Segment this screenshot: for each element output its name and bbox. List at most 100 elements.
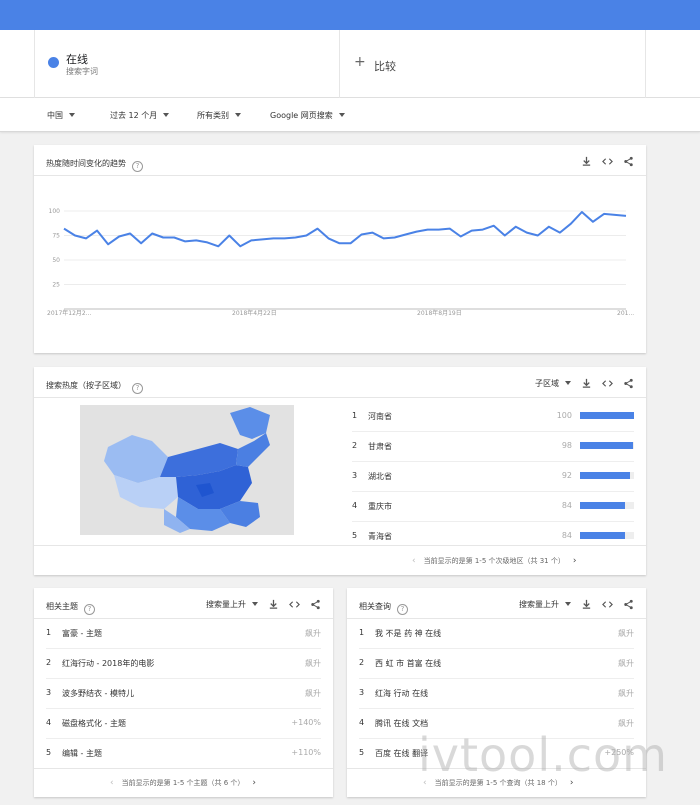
series-line[interactable] — [63, 211, 627, 248]
region-row[interactable]: 3 湖北省 92 — [352, 471, 634, 483]
row-divider — [352, 431, 634, 432]
list-row[interactable]: 5 编辑 - 主题 +110% — [46, 748, 321, 760]
trend-chart: 100 75 50 25 2017年12月2... 2018年4月22日 2018年8月19… — [47, 208, 634, 317]
card-title-text: 搜索热度（按子区域） — [46, 381, 126, 390]
chevron-down-icon — [69, 113, 75, 117]
next-page-icon[interactable]: › — [252, 778, 256, 788]
card-actions: 子区域 — [535, 378, 634, 389]
item-name: 我 不是 药 神 在线 — [375, 629, 442, 638]
share-icon[interactable] — [623, 599, 634, 610]
filter-property[interactable]: Google 网页搜索 — [270, 110, 345, 121]
row-divider — [352, 521, 634, 522]
queries-sort-dropdown[interactable]: 搜索量上升 — [519, 599, 571, 610]
chevron-down-icon — [163, 113, 170, 117]
item-name: 波多野结衣 - 模特儿 — [62, 689, 134, 698]
sort-label: 搜索量上升 — [206, 600, 246, 609]
x-tick-label: 2018年4月22日 — [232, 309, 277, 317]
rank-number: 1 — [352, 411, 358, 420]
term-bar: 在线 搜索字词 + 比较 — [0, 30, 700, 98]
list-row[interactable]: 4 磁盘格式化 - 主题 +140% — [46, 718, 321, 730]
region-value: 92 — [561, 471, 572, 480]
rank-number: 3 — [359, 688, 365, 697]
sort-label: 搜索量上升 — [519, 600, 559, 609]
row-divider — [359, 708, 634, 709]
related-topics-card: 相关主题? 搜索量上升 1 富豪 - 主题 飙升 2 红海行动 - 2018年的电影 飙升… — [34, 588, 333, 797]
value-bar — [580, 502, 634, 509]
filter-bar: 中国 过去 12 个月 所有类别 Google 网页搜索 — [0, 98, 700, 132]
item-value: 飙升 — [618, 689, 634, 698]
region-name: 甘肃省 — [368, 442, 392, 451]
prev-page-icon[interactable]: ‹ — [412, 556, 416, 566]
region-name: 青海省 — [368, 532, 392, 541]
rank-number: 5 — [46, 748, 52, 757]
region-row[interactable]: 5 青海省 84 — [352, 531, 634, 543]
region-row[interactable]: 1 河南省 100 — [352, 411, 634, 423]
card-title: 相关主题? — [46, 601, 95, 615]
y-tick-label: 25 — [52, 282, 60, 289]
embed-icon[interactable] — [289, 599, 300, 610]
divider — [34, 618, 333, 619]
card-title-text: 相关主题 — [46, 602, 78, 611]
filter-category[interactable]: 所有类别 — [197, 110, 241, 121]
compare-label: 比较 — [374, 60, 396, 73]
help-icon[interactable]: ? — [132, 383, 143, 394]
rank-number: 5 — [359, 748, 365, 757]
row-divider — [352, 491, 634, 492]
resolution-label: 子区域 — [535, 379, 559, 388]
item-name: 编辑 - 主题 — [62, 749, 102, 758]
list-row[interactable]: 2 西 虹 市 首富 在线 飙升 — [359, 658, 634, 670]
card-actions: 搜索量上升 — [519, 599, 634, 610]
region-name: 湖北省 — [368, 472, 392, 481]
help-icon[interactable]: ? — [84, 604, 95, 615]
term-type: 搜索字词 — [66, 67, 98, 76]
resolution-dropdown[interactable]: 子区域 — [535, 378, 571, 389]
help-icon[interactable]: ? — [397, 604, 408, 615]
item-value: 飙升 — [305, 629, 321, 638]
download-icon[interactable] — [268, 599, 279, 610]
row-divider — [359, 678, 634, 679]
filter-region[interactable]: 中国 — [47, 110, 75, 121]
china-map[interactable] — [80, 405, 294, 535]
item-value: 飙升 — [618, 659, 634, 668]
divider — [347, 618, 646, 619]
value-bar — [580, 532, 634, 539]
rank-number: 2 — [46, 658, 52, 667]
filter-time[interactable]: 过去 12 个月 — [110, 110, 170, 121]
topics-sort-dropdown[interactable]: 搜索量上升 — [206, 599, 258, 610]
value-bar-fill — [580, 472, 630, 479]
list-row[interactable]: 3 波多野结衣 - 模特儿 飙升 — [46, 688, 321, 700]
row-divider — [46, 678, 321, 679]
download-icon[interactable] — [581, 599, 592, 610]
rank-number: 1 — [359, 628, 365, 637]
card-actions: 搜索量上升 — [206, 599, 321, 610]
y-tick-label: 100 — [49, 208, 61, 215]
download-icon[interactable] — [581, 378, 592, 389]
row-divider — [359, 648, 634, 649]
pager-text: 当前显示的是第 1-5 个主题（共 6 个） — [121, 779, 245, 787]
x-tick-label: 2018年8月19日 — [417, 309, 462, 317]
embed-icon[interactable] — [602, 599, 613, 610]
topics-pager: ‹ 当前显示的是第 1-5 个主题（共 6 个） › — [102, 778, 264, 788]
prev-page-icon[interactable]: ‹ — [110, 778, 114, 788]
embed-icon[interactable] — [602, 378, 613, 389]
rank-number: 2 — [352, 441, 358, 450]
divider — [34, 768, 333, 769]
share-icon[interactable] — [310, 599, 321, 610]
filter-region-label: 中国 — [47, 111, 63, 120]
list-row[interactable]: 3 红海 行动 在线 飙升 — [359, 688, 634, 700]
region-value: 84 — [561, 531, 572, 540]
list-row[interactable]: 2 红海行动 - 2018年的电影 飙升 — [46, 658, 321, 670]
compare-button[interactable]: + 比较 — [340, 30, 646, 98]
region-value: 100 — [556, 411, 572, 420]
value-bar-fill — [580, 532, 626, 539]
search-term-chip[interactable]: 在线 搜索字词 — [34, 30, 340, 98]
region-row[interactable]: 2 甘肃省 98 — [352, 441, 634, 453]
chevron-down-icon — [565, 602, 571, 606]
card-title: 搜索热度（按子区域）? — [46, 380, 143, 394]
region-row[interactable]: 4 重庆市 84 — [352, 501, 634, 513]
rank-number: 3 — [352, 471, 358, 480]
list-row[interactable]: 1 富豪 - 主题 飙升 — [46, 628, 321, 640]
list-row[interactable]: 1 我 不是 药 神 在线 飙升 — [359, 628, 634, 640]
share-icon[interactable] — [623, 378, 634, 389]
next-page-icon[interactable]: › — [573, 556, 577, 566]
